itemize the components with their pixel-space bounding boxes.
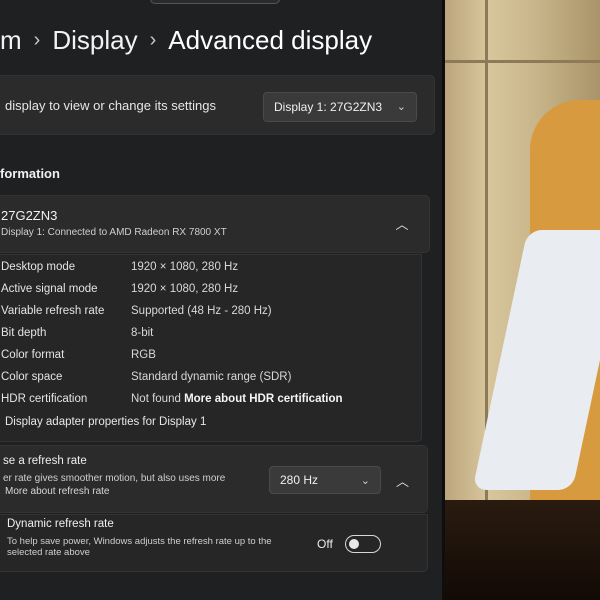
info-row-vrr: Variable refresh rate Supported (48 Hz -… xyxy=(1,305,272,325)
info-value: Standard dynamic range (SDR) xyxy=(131,371,292,383)
monitor-connection: Display 1: Connected to AMD Radeon RX 78… xyxy=(1,227,227,238)
select-display-card: display to view or change its settings D… xyxy=(0,75,435,135)
display-select-dropdown[interactable]: Display 1: 27G2ZN3 ⌄ xyxy=(263,92,417,122)
page-title: Advanced display xyxy=(168,24,373,55)
wallpaper-shadow xyxy=(440,500,600,600)
info-value: 1920 × 1080, 280 Hz xyxy=(131,283,239,295)
monitor-info-details: Desktop mode 1920 × 1080, 280 Hz Active … xyxy=(0,254,422,442)
chevron-up-icon[interactable]: ︿ xyxy=(396,471,409,490)
select-display-label: display to view or change its settings xyxy=(5,98,216,113)
info-row-bit-depth: Bit depth 8-bit xyxy=(1,327,153,347)
display-adapter-properties-link[interactable]: Display adapter properties for Display 1 xyxy=(5,416,206,428)
dynamic-refresh-title: Dynamic refresh rate xyxy=(7,518,114,530)
refresh-rate-value: 280 Hz xyxy=(280,473,319,487)
refresh-rate-description: er rate gives smoother motion, but also … xyxy=(3,473,226,484)
display-information-heading: formation xyxy=(0,166,60,181)
dynamic-refresh-state: Off xyxy=(317,537,333,551)
info-key: HDR certification xyxy=(1,393,88,405)
dynamic-refresh-toggle[interactable] xyxy=(345,535,381,553)
chevron-down-icon: ⌄ xyxy=(396,101,406,113)
monitor-info-header[interactable]: 27G2ZN3 Display 1: Connected to AMD Rade… xyxy=(0,195,430,253)
dynamic-refresh-rate-card: Dynamic refresh rate To help save power,… xyxy=(0,514,428,572)
info-key: Bit depth xyxy=(1,327,47,339)
breadcrumb-separator: › xyxy=(149,28,157,51)
wall-frame-line xyxy=(440,60,600,63)
info-key: Color space xyxy=(1,371,63,383)
refresh-rate-title: se a refresh rate xyxy=(3,455,87,467)
info-value: 8-bit xyxy=(131,327,154,339)
breadcrumb: m › Display › Advanced display xyxy=(0,20,372,60)
info-value: Supported (48 Hz - 280 Hz) xyxy=(131,305,272,317)
breadcrumb-item-system[interactable]: m xyxy=(0,25,22,56)
info-row-color-space: Color space Standard dynamic range (SDR) xyxy=(1,371,291,391)
info-key: Desktop mode xyxy=(1,261,76,273)
breadcrumb-item-display[interactable]: Display xyxy=(52,25,137,56)
info-key: Variable refresh rate xyxy=(1,305,105,317)
toggle-knob xyxy=(349,538,359,549)
refresh-rate-help-link[interactable]: More about refresh rate xyxy=(5,486,110,497)
display-select-value: Display 1: 27G2ZN3 xyxy=(274,100,383,114)
info-row-active-signal: Active signal mode 1920 × 1080, 280 Hz xyxy=(1,283,238,303)
info-row-color-format: Color format RGB xyxy=(1,349,156,369)
info-row-hdr: HDR certification Not found More about H… xyxy=(1,393,343,413)
refresh-rate-card: se a refresh rate er rate gives smoother… xyxy=(0,445,428,513)
settings-window: m › Display › Advanced display display t… xyxy=(0,0,445,600)
hdr-status: Not found xyxy=(131,393,181,405)
chevron-up-icon[interactable]: ︿ xyxy=(393,216,411,234)
info-key: Color format xyxy=(1,349,65,361)
refresh-rate-dropdown[interactable]: 280 Hz ⌄ xyxy=(269,466,381,494)
desktop-wallpaper xyxy=(440,0,600,600)
breadcrumb-separator: › xyxy=(33,28,41,51)
chevron-down-icon: ⌄ xyxy=(360,475,370,487)
search-box-edge[interactable] xyxy=(150,0,280,4)
monitor-name: 27G2ZN3 xyxy=(1,208,58,223)
dynamic-refresh-description: To help save power, Windows adjusts the … xyxy=(7,536,272,558)
info-value: Not found More about HDR certification xyxy=(131,393,343,413)
info-key: Active signal mode xyxy=(1,283,98,295)
info-value: RGB xyxy=(131,349,156,361)
info-row-desktop-mode: Desktop mode 1920 × 1080, 280 Hz xyxy=(1,261,238,281)
info-value: 1920 × 1080, 280 Hz xyxy=(131,261,239,273)
hdr-certification-link[interactable]: More about HDR certification xyxy=(184,393,342,405)
